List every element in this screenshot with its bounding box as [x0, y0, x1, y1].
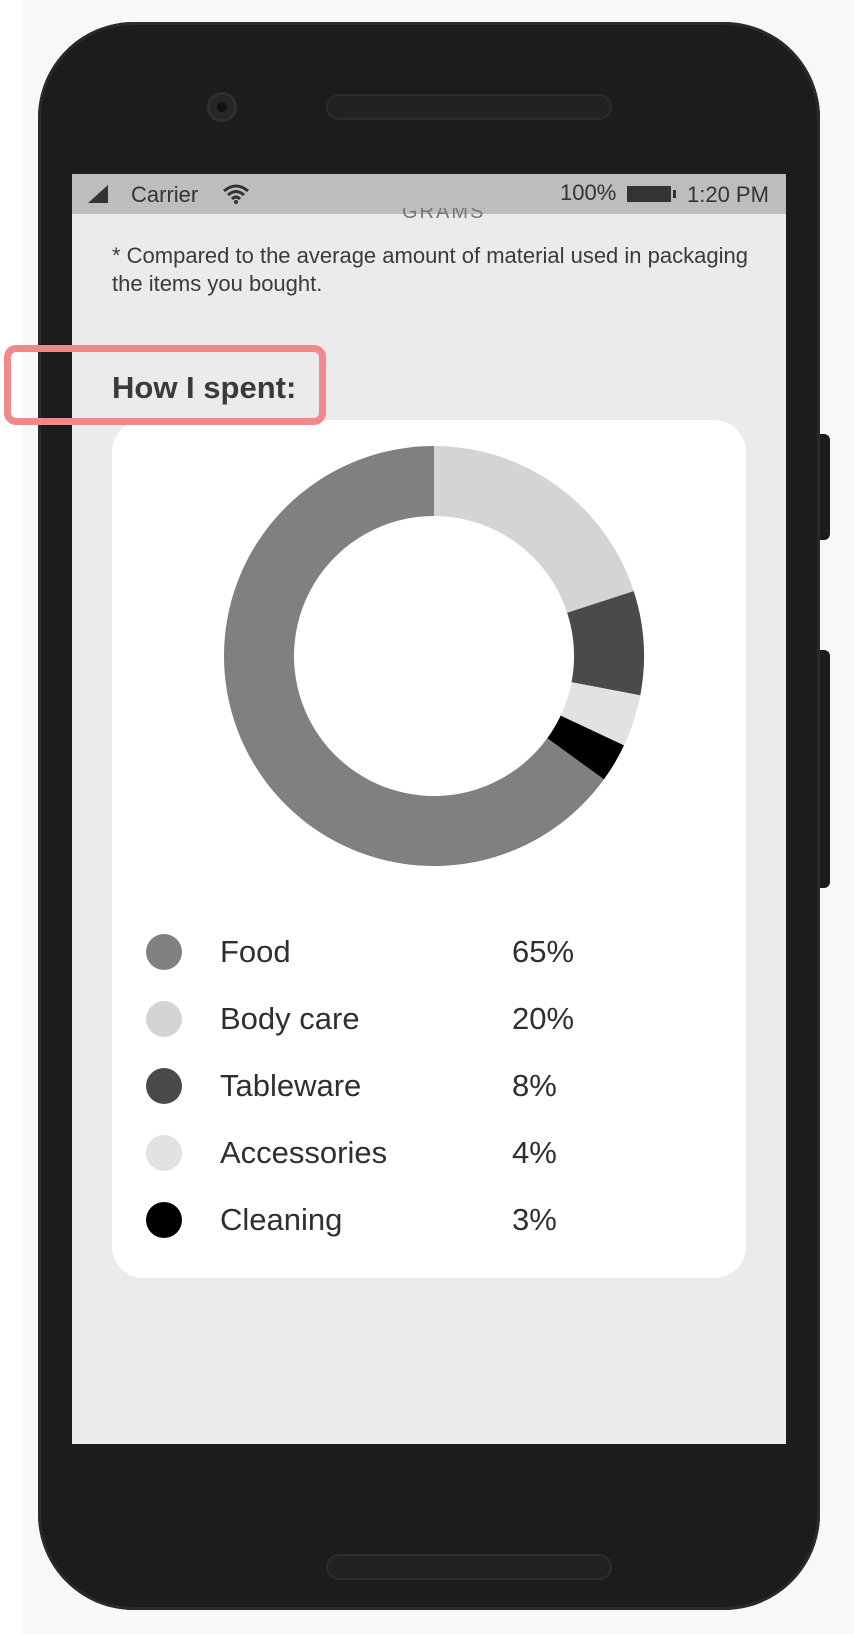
camera-icon	[207, 92, 237, 122]
donut-slice-body-care[interactable]	[434, 446, 634, 613]
packaging-note: * Compared to the average amount of mate…	[112, 243, 748, 296]
legend-label: Accessories	[220, 1135, 388, 1170]
legend-swatch	[146, 1001, 182, 1037]
highlight-box	[4, 345, 326, 425]
legend-percentage: 4%	[512, 1135, 557, 1170]
legend-swatch	[146, 1202, 182, 1238]
chart-legend: Food 65% Body care 20% Tableware 8% Accessorie…	[146, 920, 726, 1255]
spending-card: Food 65% Body care 20% Tableware 8% Accessorie…	[112, 420, 746, 1278]
legend-swatch	[146, 1135, 182, 1171]
earpiece-speaker	[326, 94, 612, 120]
legend-swatch	[146, 934, 182, 970]
signal-icon	[88, 185, 108, 203]
bottom-speaker	[326, 1554, 612, 1580]
legend-item: Tableware 8%	[146, 1054, 726, 1121]
legend-label: Tableware	[220, 1068, 362, 1103]
clock: 1:20 PM	[687, 182, 769, 207]
legend-swatch	[146, 1068, 182, 1104]
legend-item: Cleaning 3%	[146, 1188, 726, 1255]
legend-percentage: 8%	[512, 1068, 557, 1103]
battery-icon	[627, 186, 676, 202]
carrier-label: Carrier	[131, 182, 199, 207]
legend-label: Cleaning	[220, 1202, 343, 1237]
legend-item: Accessories 4%	[146, 1121, 726, 1188]
legend-label: Body care	[220, 1001, 360, 1036]
legend-percentage: 65%	[512, 934, 575, 969]
wifi-icon	[223, 184, 249, 204]
legend-percentage: 20%	[512, 1001, 575, 1036]
legend-percentage: 3%	[512, 1202, 557, 1237]
battery-percentage: 100%	[560, 180, 617, 205]
previous-section-heading: GRAMS	[402, 208, 486, 222]
legend-item: Food 65%	[146, 920, 726, 987]
legend-label: Food	[220, 934, 291, 969]
spending-donut-chart[interactable]	[222, 444, 646, 868]
legend-item: Body care 20%	[146, 987, 726, 1054]
